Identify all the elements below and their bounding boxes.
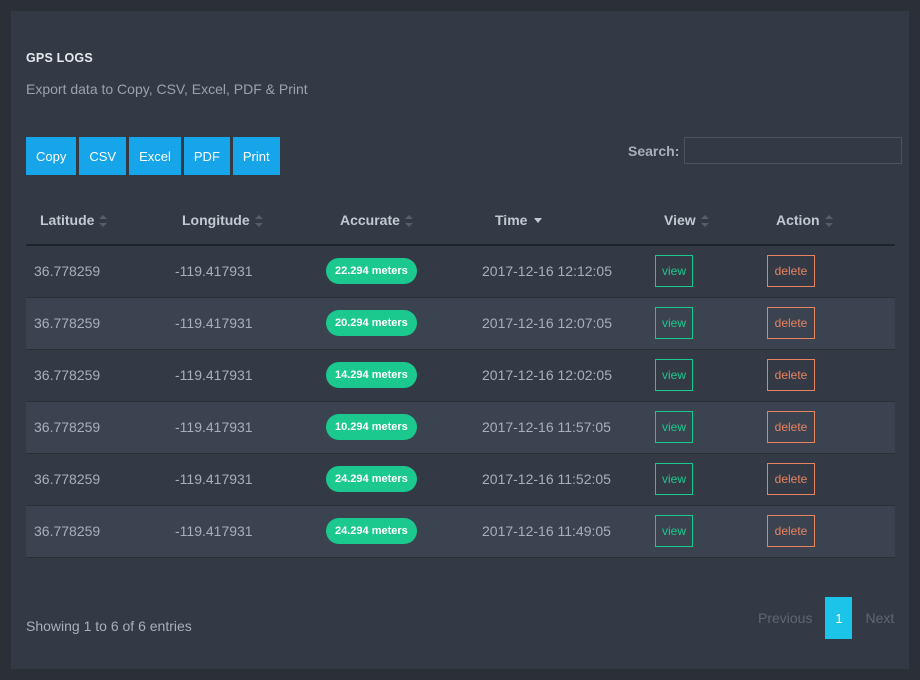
delete-button[interactable]: delete xyxy=(767,255,815,288)
accurate-cell: 20.294 meters xyxy=(326,297,482,349)
longitude-cell: -119.417931 xyxy=(175,471,253,487)
time-cell: 2017-12-16 12:02:05 xyxy=(482,367,612,383)
table-header: Latitude Longitude Accurate Time View Ac… xyxy=(26,195,895,245)
sort-icon xyxy=(824,214,833,227)
longitude-cell: -119.417931 xyxy=(175,523,253,539)
view-button[interactable]: view xyxy=(655,255,693,288)
excel-button[interactable]: Excel xyxy=(129,137,181,175)
action-cell: delete xyxy=(767,401,895,453)
current-page-button[interactable]: 1 xyxy=(825,597,853,639)
csv-button[interactable]: CSV xyxy=(79,137,127,175)
latitude-cell: 36.778259 xyxy=(34,471,101,487)
view-button[interactable]: view xyxy=(655,359,693,391)
accurate-cell: 10.294 meters xyxy=(326,401,482,453)
view-cell: view xyxy=(655,245,767,297)
column-header-accurate[interactable]: Accurate xyxy=(326,195,482,245)
action-cell: delete xyxy=(767,245,895,297)
view-button[interactable]: view xyxy=(655,463,693,495)
delete-button[interactable]: delete xyxy=(767,411,815,443)
column-header-view[interactable]: View xyxy=(655,195,767,245)
table-row: 36.778259 -119.417931 20.294 meters 2017… xyxy=(26,297,895,349)
action-cell: delete xyxy=(767,297,895,349)
latitude-cell: 36.778259 xyxy=(34,523,101,539)
gps-logs-card: GPS LOGS Export data to Copy, CSV, Excel… xyxy=(11,11,909,669)
latitude-cell: 36.778259 xyxy=(34,263,101,280)
delete-button[interactable]: delete xyxy=(767,359,815,391)
longitude-cell: -119.417931 xyxy=(175,419,253,435)
table-row: 36.778259 -119.417931 14.294 meters 2017… xyxy=(26,349,895,401)
accuracy-badge: 24.294 meters xyxy=(326,518,417,544)
table-row: 36.778259 -119.417931 24.294 meters 2017… xyxy=(26,453,895,505)
view-button[interactable]: view xyxy=(655,411,693,443)
sort-icon xyxy=(700,214,709,227)
previous-page-button[interactable]: Previous xyxy=(758,610,812,626)
column-label: Time xyxy=(495,211,528,228)
table-row: 36.778259 -119.417931 22.294 meters 2017… xyxy=(26,245,895,297)
accuracy-badge: 10.294 meters xyxy=(326,414,417,440)
table-header-row: Latitude Longitude Accurate Time View Ac… xyxy=(26,195,895,245)
accuracy-badge: 14.294 meters xyxy=(326,362,417,388)
column-header-time[interactable]: Time xyxy=(482,195,655,245)
time-cell: 2017-12-16 12:12:05 xyxy=(482,263,612,280)
table-info: Showing 1 to 6 of 6 entries xyxy=(26,618,192,634)
print-button[interactable]: Print xyxy=(232,137,280,175)
copy-button[interactable]: Copy xyxy=(26,137,77,175)
column-header-action[interactable]: Action xyxy=(767,195,895,245)
longitude-cell: -119.417931 xyxy=(175,315,253,331)
action-cell: delete xyxy=(767,349,895,401)
view-cell: view xyxy=(655,453,767,505)
delete-button[interactable]: delete xyxy=(767,307,815,339)
view-button[interactable]: view xyxy=(655,515,693,547)
sort-icon xyxy=(404,214,413,227)
time-cell: 2017-12-16 11:52:05 xyxy=(482,471,611,487)
column-header-longitude[interactable]: Longitude xyxy=(167,195,326,245)
pdf-button[interactable]: PDF xyxy=(183,137,230,175)
column-label: Longitude xyxy=(182,211,250,228)
accuracy-badge: 22.294 meters xyxy=(326,258,417,285)
gps-logs-table: Latitude Longitude Accurate Time View Ac… xyxy=(26,195,895,558)
latitude-cell: 36.778259 xyxy=(34,419,101,435)
view-cell: view xyxy=(655,349,767,401)
next-page-button[interactable]: Next xyxy=(865,610,894,626)
column-label: Action xyxy=(776,211,820,228)
time-cell: 2017-12-16 12:07:05 xyxy=(482,315,612,331)
accurate-cell: 24.294 meters xyxy=(326,453,482,505)
export-button-group: Copy CSV Excel PDF Print xyxy=(26,137,280,175)
view-cell: view xyxy=(655,297,767,349)
column-label: Latitude xyxy=(40,211,95,228)
accuracy-badge: 24.294 meters xyxy=(326,466,417,492)
view-cell: view xyxy=(655,401,767,453)
search-box: Search: xyxy=(628,137,903,164)
sort-desc-icon xyxy=(534,218,543,224)
view-button[interactable]: view xyxy=(655,307,693,339)
pagination: Previous 1 Next xyxy=(758,597,894,639)
latitude-cell: 36.778259 xyxy=(34,367,101,383)
column-label: Accurate xyxy=(340,211,400,228)
latitude-cell: 36.778259 xyxy=(34,315,101,331)
view-cell: view xyxy=(655,505,767,557)
column-header-latitude[interactable]: Latitude xyxy=(26,195,167,245)
column-label: View xyxy=(664,211,696,228)
accurate-cell: 14.294 meters xyxy=(326,349,482,401)
time-cell: 2017-12-16 11:49:05 xyxy=(482,523,611,539)
sort-icon xyxy=(99,214,108,227)
action-cell: delete xyxy=(767,505,895,557)
time-cell: 2017-12-16 11:57:05 xyxy=(482,419,611,435)
delete-button[interactable]: delete xyxy=(767,515,815,547)
table-row: 36.778259 -119.417931 10.294 meters 2017… xyxy=(26,401,895,453)
search-input[interactable] xyxy=(684,137,903,164)
delete-button[interactable]: delete xyxy=(767,463,815,495)
search-label: Search: xyxy=(628,142,680,159)
page-title: GPS LOGS xyxy=(26,51,93,65)
page-subtitle: Export data to Copy, CSV, Excel, PDF & P… xyxy=(26,81,308,97)
sort-icon xyxy=(254,214,263,227)
longitude-cell: -119.417931 xyxy=(175,263,253,280)
accurate-cell: 24.294 meters xyxy=(326,505,482,557)
longitude-cell: -119.417931 xyxy=(175,367,253,383)
accuracy-badge: 20.294 meters xyxy=(326,310,417,336)
table-row: 36.778259 -119.417931 24.294 meters 2017… xyxy=(26,505,895,557)
action-cell: delete xyxy=(767,453,895,505)
table-body: 36.778259 -119.417931 22.294 meters 2017… xyxy=(26,245,895,557)
accurate-cell: 22.294 meters xyxy=(326,245,482,297)
